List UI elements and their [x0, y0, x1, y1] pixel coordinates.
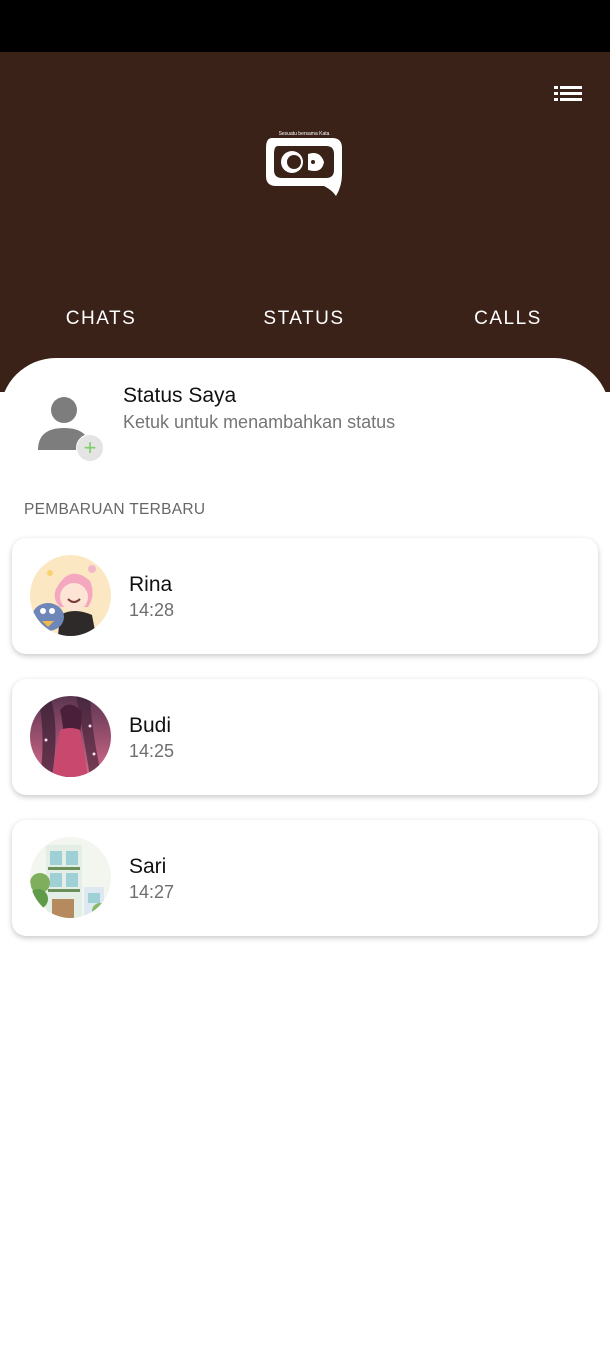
status-card[interactable]: Rina 14:28 [12, 538, 598, 654]
status-time: 14:27 [129, 882, 175, 902]
tab-bar: CHATS STATUS CALLS [0, 308, 610, 338]
contact-name: Sari [129, 855, 167, 878]
list-menu-icon[interactable] [554, 84, 582, 106]
contact-name: Rina [129, 573, 173, 596]
contact-avatar [30, 837, 111, 918]
tab-chats[interactable]: CHATS [66, 308, 136, 330]
status-time: 14:28 [129, 600, 175, 620]
app-header: Sesuatu bersama Kata KataKita CHATS STAT… [0, 52, 610, 392]
my-status-subtitle: Ketuk untuk menambahkan status [123, 412, 396, 432]
app-logo: Sesuatu bersama Kata KataKita [262, 130, 346, 206]
recent-updates-label: PEMBARUAN TERBARU [24, 501, 206, 518]
system-status-bar [0, 0, 610, 52]
tab-calls[interactable]: CALLS [474, 308, 542, 330]
status-panel: + Status Saya Ketuk untuk menambahkan st… [0, 358, 610, 1356]
status-card[interactable]: Sari 14:27 [12, 820, 598, 936]
my-status-title: Status Saya [123, 384, 237, 407]
add-icon[interactable]: + [76, 434, 104, 462]
contact-avatar [30, 555, 111, 636]
svg-text:KataKita: KataKita [284, 186, 314, 195]
status-time: 14:25 [129, 741, 175, 761]
person-placeholder-icon: + [30, 388, 104, 462]
svg-text:Sesuatu bersama Kata: Sesuatu bersama Kata [279, 131, 330, 137]
tab-status[interactable]: STATUS [263, 308, 344, 330]
contact-avatar [30, 696, 111, 777]
contact-name: Budi [129, 714, 172, 737]
my-status-row[interactable]: + Status Saya Ketuk untuk menambahkan st… [0, 358, 610, 468]
status-card[interactable]: Budi 14:25 [12, 679, 598, 795]
